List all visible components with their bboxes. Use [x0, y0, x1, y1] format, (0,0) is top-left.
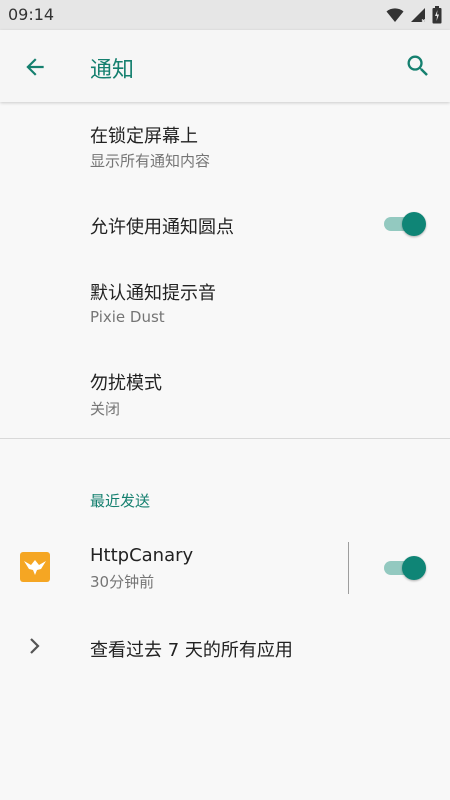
setting-notification-dots[interactable]: 允许使用通知圆点	[0, 192, 450, 258]
signal-icon	[411, 8, 426, 23]
row-separator	[348, 542, 349, 594]
wifi-icon	[386, 8, 404, 22]
toggle-thumb	[402, 212, 426, 236]
battery-icon	[432, 6, 442, 24]
setting-subtitle: Pixie Dust	[90, 308, 165, 326]
app-time: 30分钟前	[90, 573, 155, 591]
setting-lock-screen[interactable]: 在锁定屏幕上 显示所有通知内容	[0, 104, 450, 192]
setting-do-not-disturb[interactable]: 勿扰模式 关闭	[0, 352, 450, 432]
setting-subtitle: 关闭	[90, 400, 121, 418]
see-all-label: 查看过去 7 天的所有应用	[90, 640, 293, 661]
status-bar: 09:14	[0, 0, 450, 30]
notification-dots-toggle[interactable]	[384, 212, 428, 236]
setting-title: 勿扰模式	[90, 373, 162, 394]
bird-icon	[24, 560, 46, 575]
app-notification-toggle[interactable]	[384, 556, 428, 580]
toggle-thumb	[402, 556, 426, 580]
chevron-right-icon	[30, 638, 40, 654]
page-title: 通知	[90, 58, 135, 83]
setting-default-sound[interactable]: 默认通知提示音 Pixie Dust	[0, 262, 450, 342]
httpcanary-app-icon	[20, 552, 50, 582]
app-bar: 通知	[0, 30, 450, 102]
status-icons	[386, 6, 442, 24]
app-name: HttpCanary	[90, 545, 194, 566]
setting-title: 默认通知提示音	[90, 283, 216, 304]
see-all-apps-row[interactable]: 查看过去 7 天的所有应用	[0, 620, 450, 676]
setting-subtitle: 显示所有通知内容	[90, 152, 211, 170]
section-divider	[0, 438, 450, 439]
search-icon[interactable]	[404, 52, 432, 80]
status-time: 09:14	[8, 5, 55, 24]
setting-title: 在锁定屏幕上	[90, 126, 198, 147]
recent-app-row[interactable]: HttpCanary 30分钟前	[0, 536, 450, 602]
arrow-back-icon[interactable]	[22, 54, 48, 80]
section-header-recent: 最近发送	[90, 492, 151, 510]
setting-title: 允许使用通知圆点	[90, 217, 234, 238]
